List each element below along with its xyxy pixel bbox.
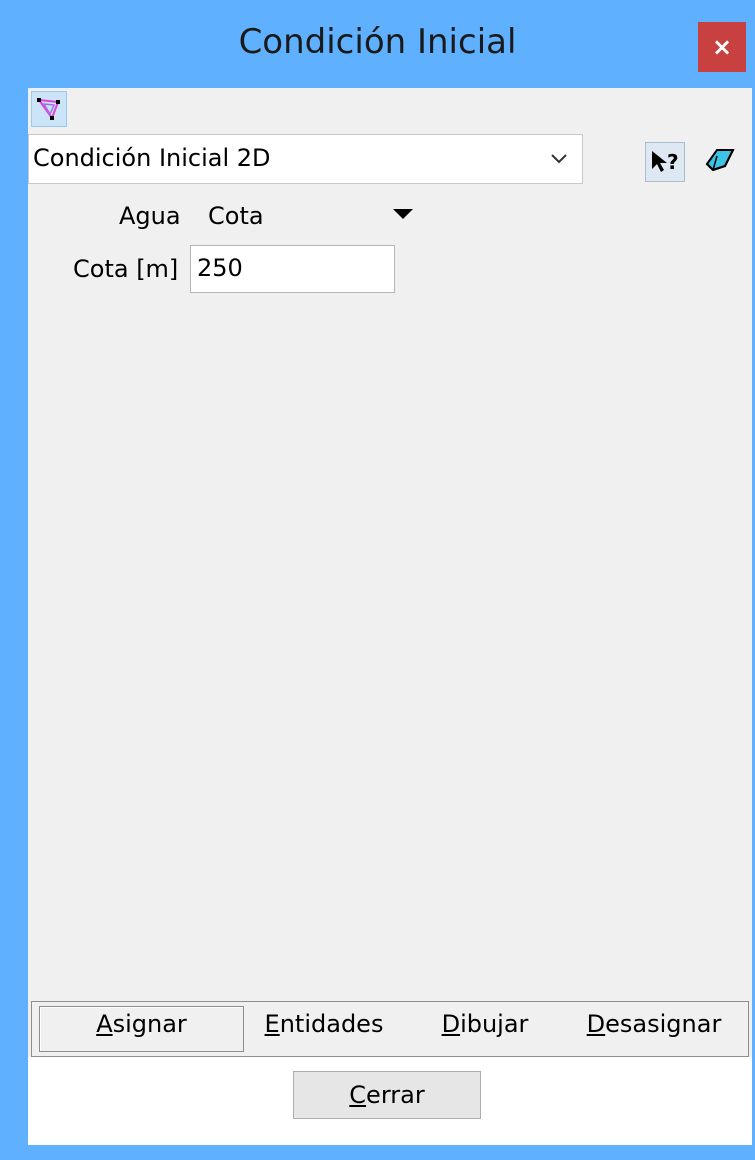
agua-label: Agua: [119, 202, 181, 230]
cota-input[interactable]: 250: [190, 245, 395, 293]
cota-label: Cota [m]: [73, 255, 179, 283]
tab-entidades-mnemonic: E: [264, 1010, 280, 1038]
cerrar-mnemonic: C: [349, 1081, 367, 1109]
dropdown-arrow-icon[interactable]: [393, 209, 413, 219]
tab-desasignar-label: esasignar: [605, 1010, 722, 1038]
svg-text:?: ?: [667, 150, 679, 174]
tab-entidades[interactable]: Entidades: [254, 1010, 394, 1038]
footer-panel: Cerrar: [28, 1057, 752, 1145]
tab-dibujar-label: ibujar: [460, 1010, 529, 1038]
close-icon: ×: [711, 33, 733, 61]
help-pointer-icon: ?: [652, 150, 679, 174]
draw-polygon-button[interactable]: [31, 91, 67, 127]
chevron-down-icon: [551, 154, 567, 164]
eraser-button[interactable]: [703, 144, 737, 178]
tab-asignar-label: signar: [112, 1010, 187, 1038]
title-bar[interactable]: Condición Inicial ×: [0, 0, 755, 88]
tab-asignar-mnemonic: A: [96, 1010, 113, 1038]
tab-entidades-label: ntidades: [279, 1010, 384, 1038]
tab-desasignar-mnemonic: D: [586, 1010, 606, 1038]
help-pointer-button[interactable]: ?: [645, 142, 685, 182]
draw-polygon-icon: [36, 98, 60, 121]
agua-type-select[interactable]: Cota: [208, 202, 264, 230]
tab-dibujar-mnemonic: D: [441, 1010, 461, 1038]
window-title: Condición Inicial: [238, 22, 517, 62]
tab-asignar[interactable]: Asignar: [39, 1010, 244, 1038]
action-tab-bar: Asignar Entidades Dibujar Desasignar: [31, 1001, 749, 1057]
tab-desasignar[interactable]: Desasignar: [564, 1010, 744, 1038]
condition-type-select[interactable]: Condición Inicial 2D: [28, 134, 583, 184]
eraser-icon: [705, 149, 735, 172]
close-button[interactable]: ×: [698, 22, 746, 72]
cerrar-label: errar: [366, 1081, 425, 1109]
condition-type-value: Condición Inicial 2D: [33, 144, 271, 172]
cerrar-button[interactable]: Cerrar: [293, 1071, 481, 1119]
dialog-body: Condición Inicial 2D ? Agua Cota Cota [m…: [28, 88, 752, 1145]
tab-dibujar[interactable]: Dibujar: [425, 1010, 545, 1038]
dialog-window: Condición Inicial × Condición Inicial 2D: [0, 0, 755, 1160]
